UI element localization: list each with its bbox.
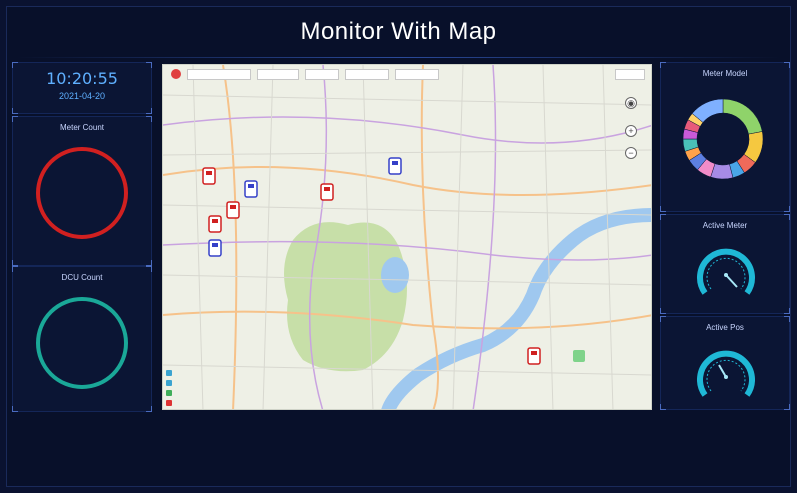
- map-logo-icon: [171, 69, 181, 79]
- header-divider: [16, 57, 781, 58]
- dcu-count-panel: DCU Count: [12, 266, 152, 412]
- zoom-in-icon[interactable]: +: [625, 125, 637, 137]
- map-legend: [166, 366, 172, 406]
- legend-swatch: [166, 370, 172, 376]
- active-meter-title: Active Meter: [702, 221, 748, 230]
- zoom-out-icon[interactable]: −: [625, 147, 637, 159]
- map-search-input[interactable]: [187, 68, 251, 80]
- map-poi-marker: [573, 350, 585, 362]
- meter-marker-red: [226, 201, 240, 219]
- legend-item: [166, 390, 172, 396]
- active-pos-gauge: [697, 350, 755, 397]
- dcu-count-ring: [36, 297, 128, 389]
- map-type-toggle[interactable]: [615, 68, 645, 80]
- meter-count-title: Meter Count: [59, 123, 105, 132]
- meter-marker-blue: [244, 180, 258, 198]
- legend-item: [166, 370, 172, 376]
- lake: [381, 257, 409, 293]
- map-filter-select[interactable]: [257, 68, 299, 80]
- active-meter-gauge: [697, 248, 755, 295]
- meter-marker-red: [320, 183, 334, 201]
- clock-panel: 10:20:55 2021-04-20: [12, 62, 152, 114]
- meter-model-title: Meter Model: [702, 69, 748, 78]
- legend-swatch: [166, 390, 172, 396]
- donut-segment-0: [722, 98, 763, 135]
- bottom-area: [12, 414, 785, 484]
- meter-marker-blue: [388, 157, 402, 175]
- meter-model-panel: Meter Model: [660, 62, 790, 212]
- legend-item: [166, 380, 172, 386]
- clock-date: 2021-04-20: [58, 91, 106, 101]
- meter-marker-blue: [208, 239, 222, 257]
- header-bar: Monitor With Map: [6, 6, 791, 58]
- map-filter-select[interactable]: [345, 68, 389, 80]
- meter-count-panel: Meter Count: [12, 116, 152, 266]
- map-view[interactable]: ◉ + −: [162, 64, 652, 410]
- map-toolbar: [163, 65, 651, 83]
- meter-model-donut: [682, 98, 764, 180]
- meter-marker-red: [527, 347, 541, 365]
- meter-marker-red: [208, 215, 222, 233]
- active-meter-panel: Active Meter: [660, 214, 790, 314]
- map-compass-icon[interactable]: ◉: [625, 97, 637, 109]
- map-canvas[interactable]: [163, 65, 652, 410]
- dcu-count-title: DCU Count: [61, 273, 103, 282]
- meter-count-ring: [36, 147, 128, 239]
- clock-time: 10:20:55: [46, 69, 118, 88]
- gauge-needle: [718, 364, 727, 378]
- gauge-needle: [725, 274, 738, 288]
- page-title: Monitor With Map: [300, 18, 497, 45]
- active-pos-title: Active Pos: [706, 323, 744, 332]
- map-filter-select[interactable]: [395, 68, 439, 80]
- legend-swatch: [166, 380, 172, 386]
- meter-marker-red: [202, 167, 216, 185]
- legend-item: [166, 400, 172, 406]
- legend-swatch: [166, 400, 172, 406]
- map-filter-select[interactable]: [305, 68, 339, 80]
- active-pos-panel: Active Pos: [660, 316, 790, 410]
